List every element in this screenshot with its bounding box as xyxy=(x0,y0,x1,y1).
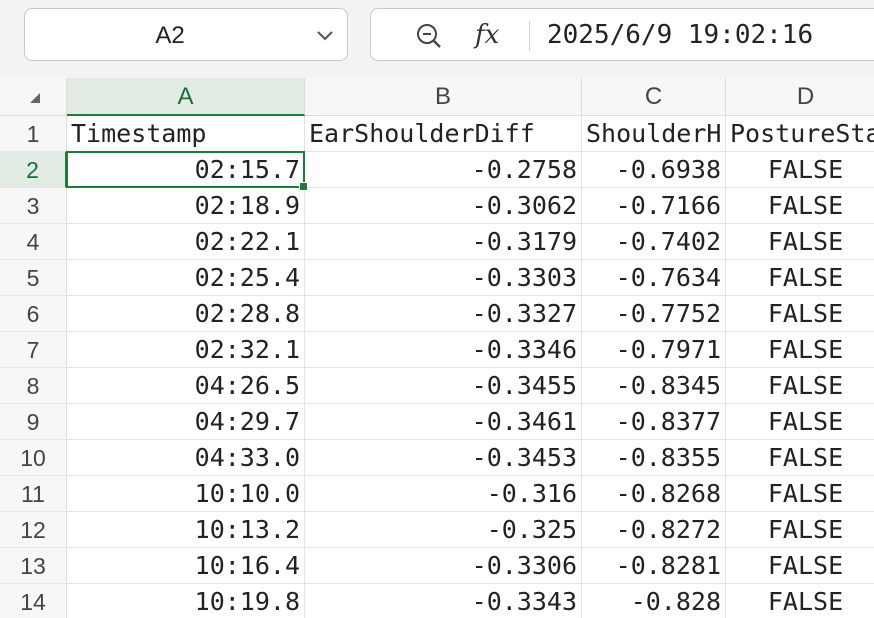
cell-d9[interactable]: FALSE xyxy=(726,404,874,440)
cell-a14[interactable]: 10:19.8 xyxy=(67,584,305,618)
cell-d1[interactable]: PostureSta xyxy=(726,116,874,152)
cell-c5[interactable]: -0.7634 xyxy=(582,260,726,296)
cell-c2[interactable]: -0.6938 xyxy=(582,152,726,188)
cell-c12[interactable]: -0.8272 xyxy=(582,512,726,548)
cell-b5[interactable]: -0.3303 xyxy=(305,260,582,296)
cell-b6[interactable]: -0.3327 xyxy=(305,296,582,332)
cell-c9[interactable]: -0.8377 xyxy=(582,404,726,440)
cell-c13[interactable]: -0.8281 xyxy=(582,548,726,584)
cell-d10[interactable]: FALSE xyxy=(726,440,874,476)
cell-b4[interactable]: -0.3179 xyxy=(305,224,582,260)
cell-d4[interactable]: FALSE xyxy=(726,224,874,260)
spreadsheet-grid: A B C D 1 Timestamp EarShoulderDiff ShoulderH Po… xyxy=(0,78,874,618)
cell-b13[interactable]: -0.3306 xyxy=(305,548,582,584)
cell-b8[interactable]: -0.3455 xyxy=(305,368,582,404)
cell-d2[interactable]: FALSE xyxy=(726,152,874,188)
chevron-down-icon[interactable] xyxy=(315,27,335,43)
cell-a9[interactable]: 04:29.7 xyxy=(67,404,305,440)
cell-b11[interactable]: -0.316 xyxy=(305,476,582,512)
name-box-value[interactable]: A2 xyxy=(25,9,315,62)
row-header-9[interactable]: 9 xyxy=(0,404,67,440)
cell-a2[interactable]: 02:15.7 xyxy=(67,152,305,188)
cell-c11[interactable]: -0.8268 xyxy=(582,476,726,512)
formula-input[interactable]: 2025/6/9 19:02:16 xyxy=(547,9,813,62)
column-header-b[interactable]: B xyxy=(305,78,582,116)
cell-d8[interactable]: FALSE xyxy=(726,368,874,404)
cell-a13[interactable]: 10:16.4 xyxy=(67,548,305,584)
name-box[interactable]: A2 xyxy=(24,8,348,61)
cell-a6[interactable]: 02:28.8 xyxy=(67,296,305,332)
cell-d6[interactable]: FALSE xyxy=(726,296,874,332)
row-header-1[interactable]: 1 xyxy=(0,116,67,152)
row-header-7[interactable]: 7 xyxy=(0,332,67,368)
column-header-a[interactable]: A xyxy=(67,78,305,116)
cell-b2[interactable]: -0.2758 xyxy=(305,152,582,188)
cell-c8[interactable]: -0.8345 xyxy=(582,368,726,404)
cell-d13[interactable]: FALSE xyxy=(726,548,874,584)
cell-a8[interactable]: 04:26.5 xyxy=(67,368,305,404)
formula-bar-area: A2 fx 2025/6/9 19:02:16 xyxy=(0,0,874,78)
cell-b1[interactable]: EarShoulderDiff xyxy=(305,116,582,152)
row-header-5[interactable]: 5 xyxy=(0,260,67,296)
cell-c3[interactable]: -0.7166 xyxy=(582,188,726,224)
formula-bar: fx 2025/6/9 19:02:16 xyxy=(370,8,874,61)
zoom-out-icon[interactable] xyxy=(415,22,443,50)
row-header-10[interactable]: 10 xyxy=(0,440,67,476)
row-header-11[interactable]: 11 xyxy=(0,476,67,512)
row-header-13[interactable]: 13 xyxy=(0,548,67,584)
cell-b10[interactable]: -0.3453 xyxy=(305,440,582,476)
cell-d7[interactable]: FALSE xyxy=(726,332,874,368)
cell-b9[interactable]: -0.3461 xyxy=(305,404,582,440)
cell-a4[interactable]: 02:22.1 xyxy=(67,224,305,260)
cell-a12[interactable]: 10:13.2 xyxy=(67,512,305,548)
cell-d11[interactable]: FALSE xyxy=(726,476,874,512)
cell-d5[interactable]: FALSE xyxy=(726,260,874,296)
cell-c4[interactable]: -0.7402 xyxy=(582,224,726,260)
row-header-8[interactable]: 8 xyxy=(0,368,67,404)
cell-c1[interactable]: ShoulderH xyxy=(582,116,726,152)
cell-a5[interactable]: 02:25.4 xyxy=(67,260,305,296)
cell-a1[interactable]: Timestamp xyxy=(67,116,305,152)
select-all-icon xyxy=(30,93,40,103)
cell-b12[interactable]: -0.325 xyxy=(305,512,582,548)
cell-b14[interactable]: -0.3343 xyxy=(305,584,582,618)
cell-a7[interactable]: 02:32.1 xyxy=(67,332,305,368)
cell-c14[interactable]: -0.828 xyxy=(582,584,726,618)
column-header-c[interactable]: C xyxy=(582,78,726,116)
cell-b3[interactable]: -0.3062 xyxy=(305,188,582,224)
row-header-14[interactable]: 14 xyxy=(0,584,67,618)
cell-c6[interactable]: -0.7752 xyxy=(582,296,726,332)
cell-d3[interactable]: FALSE xyxy=(726,188,874,224)
divider xyxy=(529,21,530,51)
cell-a3[interactable]: 02:18.9 xyxy=(67,188,305,224)
row-header-2[interactable]: 2 xyxy=(0,152,67,188)
cell-c7[interactable]: -0.7971 xyxy=(582,332,726,368)
cell-a11[interactable]: 10:10.0 xyxy=(67,476,305,512)
column-header-d[interactable]: D xyxy=(726,78,874,116)
select-all-corner[interactable] xyxy=(0,78,67,116)
cell-c10[interactable]: -0.8355 xyxy=(582,440,726,476)
insert-function-button[interactable]: fx xyxy=(475,19,499,51)
row-header-3[interactable]: 3 xyxy=(0,188,67,224)
row-header-6[interactable]: 6 xyxy=(0,296,67,332)
cell-d12[interactable]: FALSE xyxy=(726,512,874,548)
cell-b7[interactable]: -0.3346 xyxy=(305,332,582,368)
cell-a10[interactable]: 04:33.0 xyxy=(67,440,305,476)
cell-d14[interactable]: FALSE xyxy=(726,584,874,618)
row-header-12[interactable]: 12 xyxy=(0,512,67,548)
row-header-4[interactable]: 4 xyxy=(0,224,67,260)
